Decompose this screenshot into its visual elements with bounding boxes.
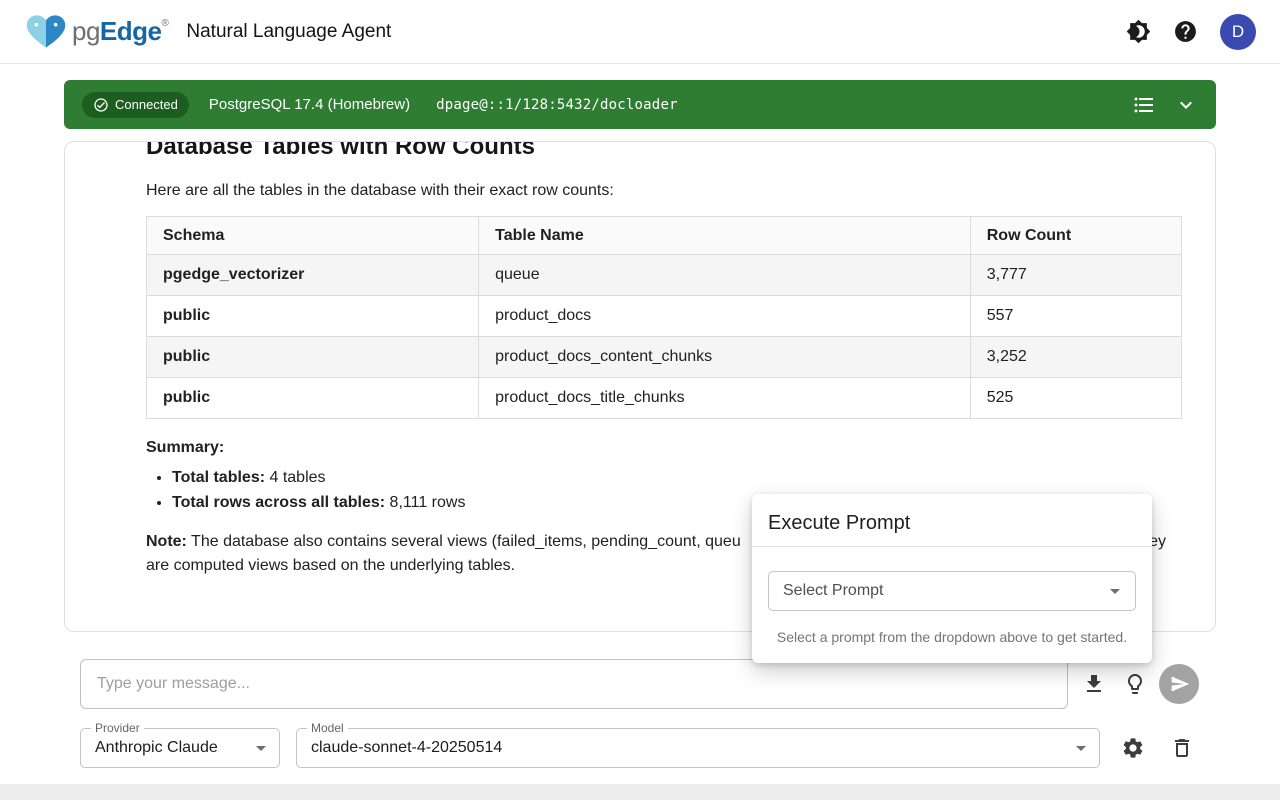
table-row: public product_docs 557 bbox=[147, 296, 1182, 337]
table-name-cell: product_docs_title_chunks bbox=[479, 378, 971, 419]
execute-prompt-panel: Execute Prompt Select Prompt Select a pr… bbox=[752, 494, 1152, 663]
table-name-cell: product_docs_content_chunks bbox=[479, 337, 971, 378]
list-item: Total tables: 4 tables bbox=[172, 469, 1182, 487]
page-title: Natural Language Agent bbox=[186, 21, 391, 43]
message-input[interactable] bbox=[80, 659, 1068, 709]
select-prompt-dropdown[interactable]: Select Prompt bbox=[768, 571, 1136, 611]
bottom-strip bbox=[0, 784, 1280, 800]
page: pgEdge® Natural Language Agent D Connect… bbox=[0, 0, 1280, 800]
dropdown-arrow-icon bbox=[1069, 736, 1093, 760]
table-row: public product_docs_content_chunks 3,252 bbox=[147, 337, 1182, 378]
db-tables-table: Schema Table Name Row Count pgedge_vecto… bbox=[146, 216, 1182, 419]
dropdown-arrow-icon bbox=[1103, 579, 1127, 603]
divider bbox=[752, 546, 1152, 547]
header-actions: D bbox=[1126, 14, 1256, 50]
user-avatar[interactable]: D bbox=[1220, 14, 1256, 50]
connected-status-label: Connected bbox=[115, 97, 178, 112]
dark-mode-toggle-icon[interactable] bbox=[1126, 19, 1151, 44]
result-heading: Database Tables with Row Counts bbox=[146, 141, 1182, 161]
connection-bar: Connected PostgreSQL 17.4 (Homebrew) dpa… bbox=[64, 80, 1216, 129]
brand-text: pgEdge® bbox=[72, 16, 168, 47]
model-select[interactable]: Model claude-sonnet-4-20250514 bbox=[296, 728, 1100, 768]
column-header-schema: Schema bbox=[147, 217, 479, 255]
gear-icon[interactable] bbox=[1121, 736, 1145, 760]
model-value: claude-sonnet-4-20250514 bbox=[311, 739, 1069, 757]
schema-cell: public bbox=[147, 378, 479, 419]
schema-cell: public bbox=[147, 296, 479, 337]
table-name-cell: queue bbox=[479, 255, 971, 296]
list-icon[interactable] bbox=[1132, 93, 1156, 117]
send-button[interactable] bbox=[1159, 664, 1199, 704]
provider-label: Provider bbox=[91, 721, 144, 735]
column-header-table-name: Table Name bbox=[479, 217, 971, 255]
chevron-down-icon[interactable] bbox=[1174, 93, 1198, 117]
dropdown-arrow-icon bbox=[249, 736, 273, 760]
download-icon[interactable] bbox=[1082, 672, 1106, 696]
pgedge-logo: pgEdge® bbox=[24, 13, 168, 51]
check-circle-icon bbox=[93, 97, 109, 113]
pgedge-logo-icon bbox=[24, 13, 68, 51]
note-text-start: The database also contains several views… bbox=[187, 530, 741, 554]
execute-prompt-title: Execute Prompt bbox=[752, 494, 1152, 546]
lightbulb-icon[interactable] bbox=[1123, 672, 1147, 696]
connected-status-badge: Connected bbox=[82, 92, 189, 118]
select-prompt-helper-text: Select a prompt from the dropdown above … bbox=[752, 629, 1152, 645]
schema-cell: public bbox=[147, 337, 479, 378]
table-row: public product_docs_title_chunks 525 bbox=[147, 378, 1182, 419]
table-row: pgedge_vectorizer queue 3,777 bbox=[147, 255, 1182, 296]
row-count-cell: 3,252 bbox=[970, 337, 1181, 378]
result-intro: Here are all the tables in the database … bbox=[146, 182, 1182, 200]
table-name-cell: product_docs bbox=[479, 296, 971, 337]
schema-cell: pgedge_vectorizer bbox=[147, 255, 479, 296]
model-label: Model bbox=[307, 721, 348, 735]
connection-string: dpage@::1/128:5432/docloader bbox=[436, 97, 678, 113]
note-label: Note: bbox=[146, 530, 187, 554]
provider-value: Anthropic Claude bbox=[95, 739, 249, 757]
server-version-label: PostgreSQL 17.4 (Homebrew) bbox=[209, 96, 410, 113]
connection-bar-actions bbox=[1132, 93, 1198, 117]
row-count-cell: 3,777 bbox=[970, 255, 1181, 296]
app-header: pgEdge® Natural Language Agent D bbox=[0, 0, 1280, 64]
column-header-row-count: Row Count bbox=[970, 217, 1181, 255]
provider-select[interactable]: Provider Anthropic Claude bbox=[80, 728, 280, 768]
row-count-cell: 525 bbox=[970, 378, 1181, 419]
row-count-cell: 557 bbox=[970, 296, 1181, 337]
help-icon[interactable] bbox=[1173, 19, 1198, 44]
select-prompt-value: Select Prompt bbox=[783, 582, 1103, 600]
summary-label: Summary: bbox=[146, 439, 1182, 457]
send-icon bbox=[1170, 674, 1190, 694]
trash-icon[interactable] bbox=[1170, 736, 1194, 760]
table-header-row: Schema Table Name Row Count bbox=[147, 217, 1182, 255]
